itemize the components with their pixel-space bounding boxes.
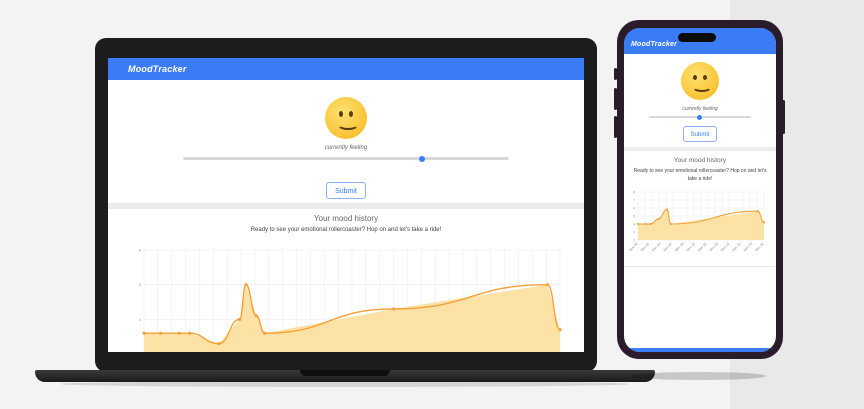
submit-button[interactable]: Submit bbox=[683, 126, 717, 142]
phone-screen: MoodTracker currently feeling Submit You… bbox=[624, 28, 776, 352]
mood-emoji-icon bbox=[325, 97, 367, 139]
chart-data-point[interactable] bbox=[762, 221, 766, 224]
chart-data-point[interactable] bbox=[756, 210, 759, 213]
mood-slider[interactable] bbox=[649, 114, 751, 120]
chart-data-point[interactable] bbox=[188, 331, 192, 335]
y-tick-label: 4 bbox=[139, 317, 142, 322]
mood-history-title: Your mood history bbox=[673, 157, 727, 164]
chart-data-point[interactable] bbox=[392, 307, 396, 311]
chart-data-point[interactable] bbox=[142, 331, 146, 335]
x-tick-label: Dec 31 bbox=[754, 242, 765, 253]
y-tick-label: 6 bbox=[633, 207, 635, 211]
emoji-right-eye bbox=[703, 75, 707, 80]
chart-data-point[interactable] bbox=[244, 283, 248, 287]
section-divider bbox=[624, 147, 776, 151]
phone-shadow bbox=[632, 372, 766, 380]
chart-data-point[interactable] bbox=[177, 331, 181, 335]
emoji-mouth bbox=[692, 82, 712, 92]
y-tick-label: 6 bbox=[139, 282, 142, 287]
phone-dynamic-island bbox=[678, 33, 716, 42]
mood-history-chart: 2 4 6 8 bbox=[139, 248, 562, 353]
mood-history-chart: 2345678Nov 28 Dec 01 Dec 04 Dec 07 Dec 10 Dec… bbox=[628, 191, 766, 253]
emoji-left-eye bbox=[693, 75, 697, 80]
currently-feeling-caption: currently feeling bbox=[682, 106, 718, 112]
x-tick-label: Dec 28 bbox=[743, 242, 754, 253]
y-tick-label: 4 bbox=[633, 223, 635, 227]
chart-data-point[interactable] bbox=[649, 222, 652, 226]
x-tick-label: Dec 22 bbox=[720, 242, 731, 253]
laptop-screen: MoodTracker currently feeling Submit You… bbox=[108, 58, 584, 352]
chart-data-point[interactable] bbox=[657, 218, 660, 221]
section-divider bbox=[108, 203, 584, 209]
currently-feeling-caption: currently feeling bbox=[324, 145, 368, 151]
laptop-shadow bbox=[60, 381, 630, 387]
x-tick-label: Dec 16 bbox=[697, 242, 708, 253]
mood-slider-thumb[interactable] bbox=[697, 114, 702, 120]
y-tick-label: 2 bbox=[139, 352, 142, 353]
y-tick-label: 7 bbox=[633, 199, 635, 203]
x-tick-label: Dec 13 bbox=[686, 242, 697, 253]
chart-data-point[interactable] bbox=[159, 331, 163, 335]
y-tick-label: 5 bbox=[633, 215, 635, 219]
section-divider-line bbox=[624, 266, 776, 267]
emoji-left-eye bbox=[339, 111, 343, 117]
mood-slider-thumb[interactable] bbox=[419, 155, 425, 162]
chart-data-point[interactable] bbox=[254, 314, 258, 318]
mood-history-title: Your mood history bbox=[313, 214, 379, 223]
x-tick-label: Dec 01 bbox=[640, 242, 651, 253]
laptop-notch bbox=[300, 370, 390, 376]
emoji-right-eye bbox=[349, 111, 353, 117]
chart-data-point[interactable] bbox=[636, 222, 640, 226]
chart-data-point[interactable] bbox=[558, 328, 562, 332]
mood-history-subtitle: Ready to see your emotional rollercoaste… bbox=[633, 168, 767, 182]
x-tick-label: Dec 25 bbox=[731, 242, 742, 253]
submit-button[interactable]: Submit bbox=[326, 182, 366, 199]
chart-data-point[interactable] bbox=[665, 208, 669, 211]
chart-data-point[interactable] bbox=[263, 331, 267, 335]
brand-logo[interactable]: MoodTracker bbox=[128, 64, 187, 74]
y-tick-label: 8 bbox=[633, 191, 635, 195]
chart-data-point[interactable] bbox=[238, 317, 242, 321]
chart-data-point[interactable] bbox=[217, 342, 221, 346]
y-tick-label: 8 bbox=[139, 248, 142, 253]
brand-logo[interactable]: MoodTracker bbox=[631, 41, 677, 48]
x-tick-label: Dec 07 bbox=[663, 242, 674, 253]
chart-data-point[interactable] bbox=[545, 283, 550, 287]
x-tick-label: Nov 28 bbox=[628, 242, 639, 253]
y-tick-label: 3 bbox=[633, 231, 635, 235]
bottom-bar bbox=[624, 348, 776, 352]
mood-history-subtitle: Ready to see your emotional rollercoaste… bbox=[250, 227, 442, 233]
mood-emoji-icon bbox=[681, 62, 719, 100]
mood-slider[interactable] bbox=[183, 155, 509, 162]
x-tick-label: Dec 19 bbox=[708, 242, 719, 253]
x-tick-label: Dec 04 bbox=[651, 242, 662, 253]
chart-data-point[interactable] bbox=[644, 222, 647, 226]
x-tick-label: Dec 10 bbox=[674, 242, 685, 253]
app-header: MoodTracker bbox=[108, 58, 584, 80]
emoji-mouth bbox=[337, 119, 359, 130]
chart-data-point[interactable] bbox=[669, 222, 672, 226]
